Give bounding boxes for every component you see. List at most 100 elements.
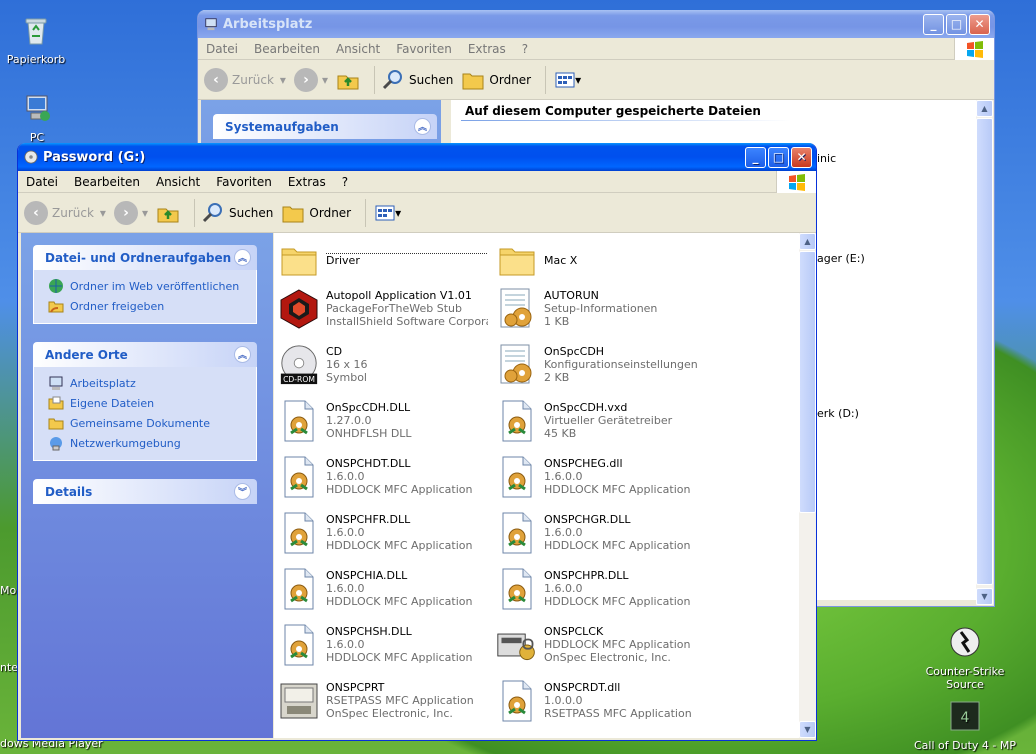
menu-ansicht[interactable]: Ansicht [148, 175, 208, 189]
file-item[interactable]: OnSpcCDH.DLL 1.27.0.0 ONHDFLSH DLL [278, 398, 492, 444]
file-detail-1: Virtueller Gerätetreiber [544, 414, 673, 427]
maximize-button[interactable]: □ [768, 146, 789, 168]
scroll-down-icon[interactable]: ▼ [799, 721, 816, 738]
close-button[interactable]: ✕ [969, 13, 990, 35]
close-button[interactable]: ✕ [791, 146, 812, 168]
details-header[interactable]: Details ︾ [33, 479, 257, 504]
title-bar[interactable]: Arbeitsplatz _ □ ✕ [198, 10, 994, 38]
file-text: AUTORUN Setup-Informationen 1 KB [544, 286, 706, 328]
menu-extras[interactable]: Extras [460, 42, 514, 56]
up-folder-button[interactable] [156, 201, 180, 225]
scroll-thumb[interactable] [976, 118, 993, 585]
search-icon [382, 69, 402, 89]
partial-item-label[interactable]: inic [817, 152, 836, 165]
panel-title: Systemaufgaben [225, 119, 339, 134]
place-link-eigene-dateien[interactable]: Eigene Dateien [48, 393, 246, 413]
menu-help[interactable]: ? [514, 42, 536, 56]
file-item[interactable]: ONSPCHSH.DLL 1.6.0.0 HDDLOCK MFC Applicati… [278, 622, 492, 668]
menu-datei[interactable]: Datei [18, 175, 66, 189]
views-button[interactable]: ▾ [552, 68, 584, 92]
place-link-arbeitsplatz[interactable]: Arbeitsplatz [48, 373, 246, 393]
file-item[interactable]: ONSPCHIA.DLL 1.6.0.0 HDDLOCK MFC Applicati… [278, 566, 492, 612]
desktop-icon-call-of-duty[interactable]: 4 Call of Duty 4 - MP [905, 700, 1025, 752]
file-text: ONSPCHGR.DLL 1.6.0.0 HDDLOCK MFC Applicati… [544, 510, 706, 552]
scroll-thumb[interactable] [799, 251, 816, 513]
file-item[interactable]: OnSpcCDH.vxd Virtueller Gerätetreiber 45 K… [496, 398, 710, 444]
file-item[interactable]: ONSPCHGR.DLL 1.6.0.0 HDDLOCK MFC Applicati… [496, 510, 710, 556]
file-item[interactable]: Driver [278, 237, 492, 283]
file-detail-1: 1.6.0.0 [544, 470, 583, 483]
publish-folder-web-link[interactable]: Ordner im Web veröffentlichen [48, 276, 246, 296]
desktop-icon-recycle-bin[interactable]: Papierkorb [0, 14, 81, 66]
partial-item-label[interactable]: erk (D:) [817, 407, 859, 420]
menu-favoriten[interactable]: Favoriten [208, 175, 280, 189]
desktop-icon-pc[interactable]: PC [0, 92, 82, 144]
password-window[interactable]: Password (G:) _ □ ✕ Datei Bearbeiten Ans… [17, 143, 817, 741]
file-item[interactable]: ONSPCHPR.DLL 1.6.0.0 HDDLOCK MFC Applicati… [496, 566, 710, 612]
menu-bearbeiten[interactable]: Bearbeiten [246, 42, 328, 56]
file-item[interactable]: ONSPCPRT RSETPASS MFC Application OnSpec E… [278, 678, 492, 724]
folder-icon [496, 237, 538, 283]
other-places-panel: Andere Orte ︽ Arbeitsplatz Eigene Dateien… [33, 342, 257, 461]
menu-help[interactable]: ? [334, 175, 356, 189]
scroll-up-icon[interactable]: ▲ [976, 100, 993, 117]
my-computer-icon [49, 376, 63, 390]
views-button[interactable]: ▾ [372, 201, 404, 225]
menu-ansicht[interactable]: Ansicht [328, 42, 388, 56]
file-item[interactable]: ONSPCHEG.dll 1.6.0.0 HDDLOCK MFC Applicati… [496, 454, 710, 500]
vertical-scrollbar[interactable]: ▲ ▼ [976, 100, 993, 605]
file-name: ONSPCHGR.DLL [544, 513, 631, 526]
link-label: Arbeitsplatz [70, 376, 136, 390]
file-item[interactable]: ONSPCLCK HDDLOCK MFC Application OnSpec El… [496, 622, 710, 668]
menu-bearbeiten[interactable]: Bearbeiten [66, 175, 148, 189]
folders-button[interactable]: Ordner [461, 69, 531, 91]
minimize-button[interactable]: _ [745, 146, 766, 168]
my-computer-icon [26, 95, 50, 121]
folders-button[interactable]: Ordner [281, 202, 351, 224]
file-item[interactable]: CD-ROM CD 16 x 16 Symbol [278, 342, 492, 388]
collapse-icon[interactable]: ︽ [234, 249, 251, 266]
partial-item-label[interactable]: ager (E:) [817, 252, 865, 265]
file-item[interactable]: OnSpcCDH Konfigurationseinstellungen 2 KB [496, 342, 710, 388]
file-text: Driver [326, 237, 488, 267]
installshield-icon [278, 286, 320, 332]
search-button[interactable]: Suchen [201, 201, 273, 225]
menu-extras[interactable]: Extras [280, 175, 334, 189]
expand-icon[interactable]: ︾ [234, 483, 251, 500]
back-label: Zurück [232, 72, 274, 87]
desktop-icon-counter-strike[interactable]: Counter-Strike Source [905, 626, 1025, 691]
file-detail-2: OnSpec Electronic, Inc. [544, 651, 671, 664]
dll-icon [496, 510, 538, 556]
search-button[interactable]: Suchen [381, 68, 453, 92]
maximize-button[interactable]: □ [946, 13, 967, 35]
file-item[interactable]: Mac X [496, 237, 710, 283]
file-item[interactable]: Autopoll Application V1.01 PackageForTheW… [278, 286, 492, 332]
file-detail-1: 1.0.0.0 [544, 694, 583, 707]
forward-button[interactable]: › ▾ [113, 200, 148, 225]
scroll-down-icon[interactable]: ▼ [976, 588, 993, 605]
system-tasks-header[interactable]: Systemaufgaben ︽ [213, 114, 437, 139]
file-item[interactable]: ONSPCHDT.DLL 1.6.0.0 HDDLOCK MFC Applicati… [278, 454, 492, 500]
toolbar: ‹ Zurück ▾ › ▾ Suchen Ordner ▾ [198, 60, 994, 100]
title-bar[interactable]: Password (G:) _ □ ✕ [18, 143, 816, 171]
share-folder-link[interactable]: Ordner freigeben [48, 296, 246, 316]
my-computer-icon [205, 18, 217, 31]
file-folder-tasks-header[interactable]: Datei- und Ordneraufgaben ︽ [33, 245, 257, 270]
minimize-button[interactable]: _ [923, 13, 944, 35]
collapse-icon[interactable]: ︽ [414, 118, 431, 135]
back-button[interactable]: ‹ Zurück ▾ [24, 200, 106, 225]
other-places-header[interactable]: Andere Orte ︽ [33, 342, 257, 367]
place-link-netzwerkumgebung[interactable]: Netzwerkumgebung [48, 433, 246, 453]
menu-favoriten[interactable]: Favoriten [388, 42, 460, 56]
up-folder-button[interactable] [336, 68, 360, 92]
vertical-scrollbar[interactable]: ▲ ▼ [799, 233, 816, 738]
file-item[interactable]: ONSPCHFR.DLL 1.6.0.0 HDDLOCK MFC Applicati… [278, 510, 492, 556]
file-item[interactable]: AUTORUN Setup-Informationen 1 KB [496, 286, 710, 332]
place-link-gemeinsame-dokumente[interactable]: Gemeinsame Dokumente [48, 413, 246, 433]
collapse-icon[interactable]: ︽ [234, 346, 251, 363]
file-item[interactable]: ONSPCRDT.dll 1.0.0.0 RSETPASS MFC Applicat… [496, 678, 710, 724]
menu-datei[interactable]: Datei [198, 42, 246, 56]
forward-button[interactable]: › ▾ [293, 67, 328, 92]
back-button[interactable]: ‹ Zurück ▾ [204, 67, 286, 92]
scroll-up-icon[interactable]: ▲ [799, 233, 816, 250]
